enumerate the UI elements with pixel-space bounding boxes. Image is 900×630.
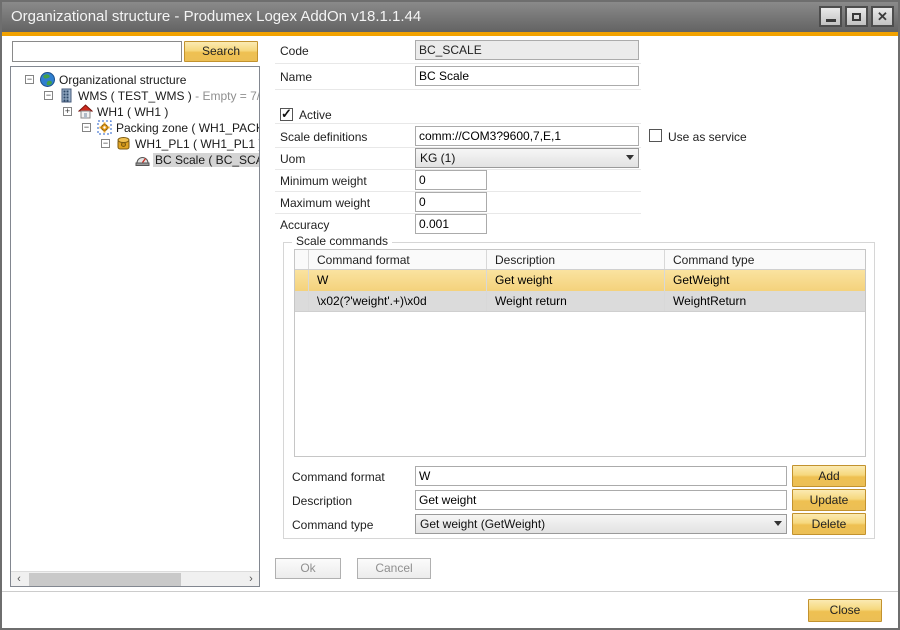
pallet-icon: [116, 136, 132, 151]
scroll-right-icon[interactable]: ›: [243, 572, 259, 587]
column-header-description[interactable]: Description: [487, 250, 665, 269]
cell-description[interactable]: Get weight: [487, 270, 665, 291]
maximize-button[interactable]: [845, 6, 868, 27]
app-window: Organizational structure - Produmex Loge…: [0, 0, 900, 630]
row-selector-cell[interactable]: [295, 270, 309, 291]
maximize-icon: [852, 13, 861, 21]
close-window-button[interactable]: ✕: [871, 6, 894, 27]
minimum-weight-label: Minimum weight: [280, 174, 367, 188]
minimize-button[interactable]: [819, 6, 842, 27]
code-field: [415, 40, 639, 60]
cell-command-format[interactable]: \x02(?'weight'.+)\x0d: [309, 291, 487, 311]
building-icon: [59, 88, 75, 103]
scroll-left-icon[interactable]: ‹: [11, 572, 27, 587]
maximum-weight-label: Maximum weight: [280, 196, 370, 210]
use-as-service-label: Use as service: [668, 130, 747, 144]
collapse-toggle-icon[interactable]: −: [82, 123, 91, 132]
title-bar: Organizational structure - Produmex Loge…: [2, 2, 898, 32]
command-type-dropdown[interactable]: Get weight (GetWeight): [415, 514, 787, 534]
collapse-toggle-icon[interactable]: −: [44, 91, 53, 100]
tree-item-label[interactable]: BC Scale ( BC_SCALE ): [153, 153, 260, 167]
command-type-label: Command type: [292, 518, 373, 532]
maximum-weight-field[interactable]: [415, 192, 487, 212]
tree-item-organizational-structure[interactable]: − Organizational structure: [11, 72, 259, 88]
row-selector-header: [295, 250, 309, 269]
update-button[interactable]: Update: [792, 489, 866, 511]
cell-command-type[interactable]: GetWeight: [665, 270, 865, 291]
command-format-field[interactable]: [415, 466, 787, 486]
active-label: Active: [299, 108, 332, 122]
tree-item-wh1-pl1[interactable]: − WH1_PL1 ( WH1_PL1 ): [11, 136, 259, 152]
table-row[interactable]: \x02(?'weight'.+)\x0d Weight return Weig…: [295, 291, 865, 312]
description-label: Description: [292, 494, 352, 508]
packing-zone-icon: [97, 120, 113, 135]
tree-item-label[interactable]: WH1_PL1 ( WH1_PL1 ): [135, 137, 260, 151]
search-input[interactable]: [12, 41, 182, 62]
collapse-toggle-icon[interactable]: −: [25, 75, 34, 84]
column-header-command-type[interactable]: Command type: [665, 250, 865, 269]
row-selector-cell[interactable]: [295, 291, 309, 311]
tree-item-label[interactable]: Organizational structure: [59, 73, 186, 87]
scrollbar-thumb[interactable]: [29, 573, 181, 586]
accuracy-field[interactable]: [415, 214, 487, 234]
tree-item-packing-zone[interactable]: − Packing zone ( WH1_PACK ): [11, 120, 259, 136]
tree-item-label[interactable]: WMS ( TEST_WMS ) - Empty = 7/27: [78, 89, 260, 103]
scale-commands-table: Command format Description Command type …: [294, 249, 866, 457]
tree-item-suffix: - Empty = 7/27: [192, 89, 260, 103]
collapse-toggle-icon[interactable]: −: [101, 139, 110, 148]
name-label: Name: [280, 70, 312, 84]
use-as-service-checkbox[interactable]: [649, 129, 662, 142]
cell-command-type[interactable]: WeightReturn: [665, 291, 865, 311]
accuracy-label: Accuracy: [280, 218, 329, 232]
tree-horizontal-scrollbar[interactable]: ‹ ›: [11, 571, 259, 586]
uom-dropdown[interactable]: KG (1): [415, 148, 639, 168]
bottom-divider: [2, 591, 898, 592]
column-header-command-format[interactable]: Command format: [309, 250, 487, 269]
cell-command-format[interactable]: W: [309, 270, 487, 291]
description-field[interactable]: [415, 490, 787, 510]
window-title: Organizational structure - Produmex Loge…: [11, 8, 421, 25]
tree-item-bc-scale[interactable]: BC Scale ( BC_SCALE ): [11, 152, 259, 168]
command-format-label: Command format: [292, 470, 385, 484]
search-button[interactable]: Search: [184, 41, 258, 62]
close-icon: ✕: [877, 10, 888, 23]
scale-commands-group-label: Scale commands: [292, 234, 392, 248]
minimize-icon: [826, 19, 836, 22]
tree-item-label[interactable]: WH1 ( WH1 ): [97, 105, 168, 119]
name-field[interactable]: [415, 66, 639, 86]
expand-toggle-icon[interactable]: +: [63, 107, 72, 116]
tree-item-wh1[interactable]: + WH1 ( WH1 ): [11, 104, 259, 120]
tree-item-label[interactable]: Packing zone ( WH1_PACK ): [116, 121, 260, 135]
uom-label: Uom: [280, 152, 305, 166]
org-structure-tree: − Organizational structure − WMS ( TEST_…: [10, 66, 260, 587]
house-icon: [78, 104, 94, 119]
gold-accent-bar: [2, 32, 898, 36]
close-button[interactable]: Close: [808, 599, 882, 622]
scale-definitions-label: Scale definitions: [280, 130, 367, 144]
code-label: Code: [280, 44, 309, 58]
scale-definitions-field[interactable]: [415, 126, 639, 146]
chevron-down-icon: [626, 155, 634, 160]
tree-item-wms[interactable]: − WMS ( TEST_WMS ) - Empty = 7/27: [11, 88, 259, 104]
scale-icon: [135, 152, 151, 167]
cell-description[interactable]: Weight return: [487, 291, 665, 311]
minimum-weight-field[interactable]: [415, 170, 487, 190]
table-row[interactable]: W Get weight GetWeight: [295, 270, 865, 291]
chevron-down-icon: [774, 521, 782, 526]
delete-button[interactable]: Delete: [792, 513, 866, 535]
ok-button[interactable]: Ok: [275, 558, 341, 579]
active-checkbox[interactable]: [280, 108, 293, 121]
cancel-button[interactable]: Cancel: [357, 558, 431, 579]
globe-icon: [40, 72, 56, 87]
add-button[interactable]: Add: [792, 465, 866, 487]
table-header-row: Command format Description Command type: [295, 250, 865, 270]
